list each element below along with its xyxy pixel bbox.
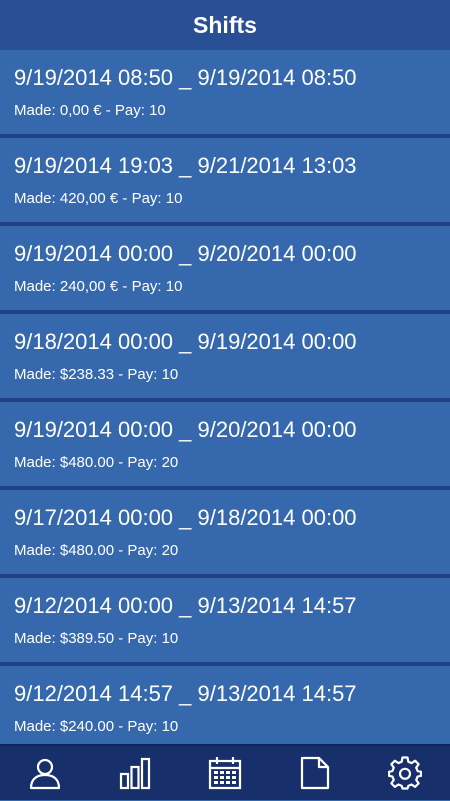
shift-summary: Made: 420,00 € - Pay: 10 — [14, 190, 183, 207]
shift-summary: Made: $389.50 - Pay: 10 — [14, 630, 179, 647]
tab-profile[interactable] — [15, 745, 75, 801]
app-header: Shifts — [0, 0, 450, 50]
shift-row[interactable]: 9/12/2014 00:00 _ 9/13/2014 14:57 Made: … — [0, 578, 450, 666]
shift-date-range: 9/12/2014 00:00 _ 9/13/2014 14:57 — [14, 593, 357, 618]
tab-calendar[interactable] — [195, 745, 255, 801]
shift-date-range: 9/19/2014 08:50 _ 9/19/2014 08:50 — [14, 65, 357, 90]
shift-row[interactable]: 9/19/2014 19:03 _ 9/21/2014 13:03 Made: … — [0, 138, 450, 226]
shift-summary: Made: $480.00 - Pay: 20 — [14, 454, 179, 471]
bottom-tab-bar — [0, 744, 450, 800]
document-icon — [300, 756, 330, 790]
gear-icon — [388, 756, 422, 790]
tab-settings[interactable] — [375, 745, 435, 801]
shift-summary: Made: $480.00 - Pay: 20 — [14, 542, 179, 559]
profile-icon — [29, 758, 61, 790]
shift-date-range: 9/18/2014 00:00 _ 9/19/2014 00:00 — [14, 329, 357, 354]
shift-summary: Made: 0,00 € - Pay: 10 — [14, 102, 166, 119]
shift-date-range: 9/17/2014 00:00 _ 9/18/2014 00:00 — [14, 505, 357, 530]
tab-statistics[interactable] — [105, 745, 165, 801]
calendar-icon — [208, 757, 242, 790]
shift-summary: Made: $238.33 - Pay: 10 — [14, 366, 179, 383]
shift-row[interactable]: 9/18/2014 00:00 _ 9/19/2014 00:00 Made: … — [0, 314, 450, 402]
shift-list[interactable]: 9/19/2014 08:50 _ 9/19/2014 08:50 Made: … — [0, 50, 450, 744]
shift-date-range: 9/19/2014 19:03 _ 9/21/2014 13:03 — [14, 153, 357, 178]
page-title: Shifts — [193, 11, 257, 38]
shift-row[interactable]: 9/19/2014 00:00 _ 9/20/2014 00:00 Made: … — [0, 226, 450, 314]
shift-summary: Made: 240,00 € - Pay: 10 — [14, 278, 183, 295]
tab-reports[interactable] — [285, 745, 345, 801]
shift-date-range: 9/12/2014 14:57 _ 9/13/2014 14:57 — [14, 681, 357, 706]
shift-row[interactable]: 9/17/2014 00:00 _ 9/18/2014 00:00 Made: … — [0, 490, 450, 578]
shift-date-range: 9/19/2014 00:00 _ 9/20/2014 00:00 — [14, 241, 357, 266]
shift-row[interactable]: 9/12/2014 14:57 _ 9/13/2014 14:57 Made: … — [0, 666, 450, 744]
bar-chart-icon — [119, 757, 151, 790]
shift-summary: Made: $240.00 - Pay: 10 — [14, 718, 179, 735]
shift-row[interactable]: 9/19/2014 00:00 _ 9/20/2014 00:00 Made: … — [0, 402, 450, 490]
shift-row[interactable]: 9/19/2014 08:50 _ 9/19/2014 08:50 Made: … — [0, 50, 450, 138]
shift-date-range: 9/19/2014 00:00 _ 9/20/2014 00:00 — [14, 417, 357, 442]
